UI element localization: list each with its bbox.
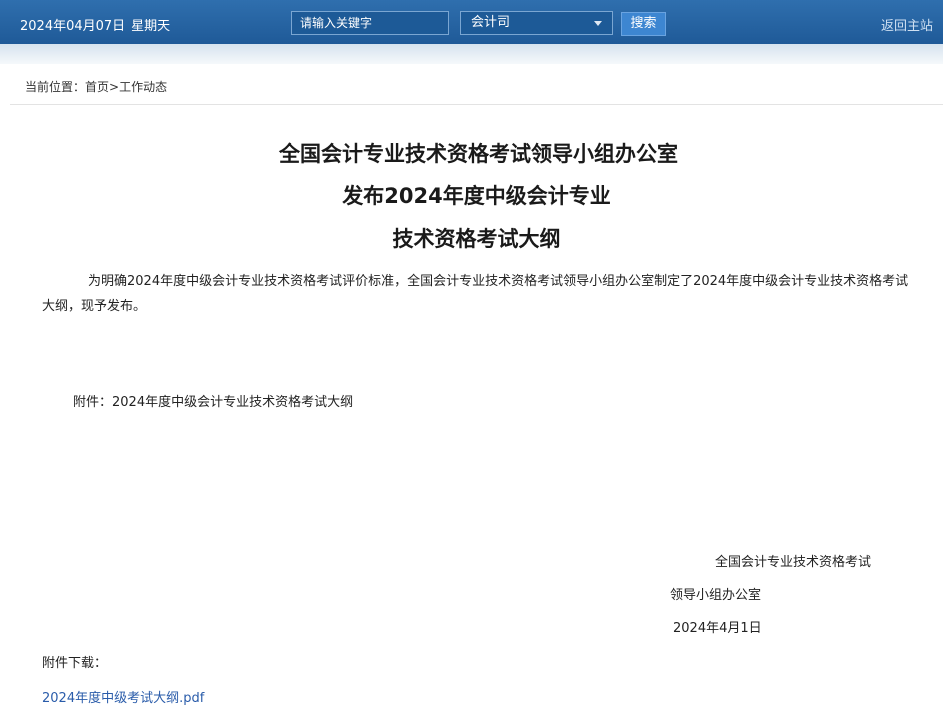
top-bar: 2024年04月07日星期天 会计司 搜索 返回主站 [0, 0, 943, 44]
breadcrumb-prefix: 当前位置： [25, 80, 86, 94]
signature-org-line-2: 领导小组办公室 [670, 588, 762, 603]
department-selected-value: 会计司 [471, 15, 511, 30]
article-title-line-1: 全国会计专业技术资格考试领导小组办公室 [279, 142, 678, 166]
breadcrumb-current-link[interactable]: 工作动态 [119, 80, 167, 94]
header-band [0, 44, 943, 64]
divider [10, 104, 943, 105]
department-select[interactable]: 会计司 [460, 11, 613, 35]
return-home-link[interactable]: 返回主站 [881, 15, 933, 34]
downloads-label: 附件下载： [42, 656, 108, 671]
signature-date: 2024年4月1日 [673, 621, 762, 636]
chevron-down-icon [594, 21, 602, 26]
article-title-line-2: 发布2024年度中级会计专业 [342, 184, 611, 208]
pdf-download-link[interactable]: 2024年度中级考试大纲.pdf [42, 687, 204, 706]
article-body: 为明确2024年度中级会计专业技术资格考试评价标准，全国会计专业技术资格考试领导… [42, 274, 909, 314]
current-date: 2024年04月07日 星期天 [20, 15, 170, 34]
date-text: 2024年04月07日 [20, 19, 126, 34]
signature-org-line-1: 全国会计专业技术资格考试 [715, 555, 872, 570]
breadcrumb-separator: > [109, 80, 120, 94]
attachment-note: 附件：2024年度中级会计专业技术资格考试大纲 [73, 395, 354, 410]
weekday-text: 星期天 [131, 19, 171, 34]
search-input[interactable] [291, 11, 449, 35]
search-button[interactable]: 搜索 [621, 12, 666, 36]
article-title-line-3: 技术资格考试大纲 [392, 227, 561, 251]
breadcrumb: 当前位置：首页>工作动态 [25, 78, 167, 95]
breadcrumb-home-link[interactable]: 首页 [85, 80, 109, 94]
